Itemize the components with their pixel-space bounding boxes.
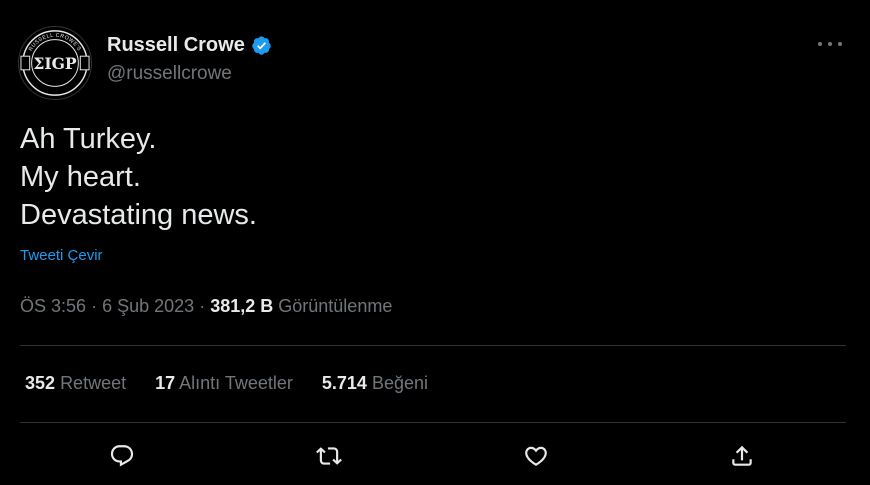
translate-tweet-link[interactable]: Tweeti Çevir: [20, 247, 103, 264]
reply-icon: [110, 445, 134, 467]
retweets-stat[interactable]: 352 Retweet: [25, 373, 126, 394]
avatar[interactable]: RUSSELL CROWE'S ΣIGP: [18, 26, 92, 100]
retweets-label: Retweet: [60, 373, 127, 393]
meta-separator: ·: [199, 296, 206, 316]
reply-button[interactable]: [107, 441, 137, 471]
tweet-text-line: Devastating news.: [20, 199, 257, 231]
more-dot: [828, 42, 832, 46]
like-icon: [525, 446, 547, 466]
more-dot: [818, 42, 822, 46]
engagement-stats: 352 Retweet 17 Alıntı Tweetler 5.714 Beğ…: [25, 373, 457, 394]
avatar-logo-text: ΣIGP: [33, 54, 77, 73]
quotes-count: 17: [155, 373, 176, 393]
retweets-count: 352: [25, 373, 56, 393]
user-info: Russell Crowe @russellcrowe: [107, 34, 272, 85]
divider: [20, 345, 846, 346]
display-name[interactable]: Russell Crowe: [107, 34, 245, 57]
share-button[interactable]: [727, 441, 757, 471]
meta-separator: ·: [91, 296, 98, 316]
likes-count: 5.714: [321, 373, 367, 393]
views-count: 381,2 B: [210, 296, 274, 316]
retweet-icon: [316, 447, 342, 465]
display-name-row: Russell Crowe: [107, 34, 272, 56]
tweet-text-line: Ah Turkey.: [20, 123, 157, 155]
likes-label: Beğeni: [371, 373, 429, 393]
tweet-text: Ah Turkey. My heart. Devastating news.: [20, 120, 257, 234]
tweet-date[interactable]: 6 Şub 2023: [102, 296, 194, 316]
retweet-button[interactable]: [314, 441, 344, 471]
quotes-label: Alıntı Tweetler: [179, 373, 293, 393]
user-handle[interactable]: @russellcrowe: [107, 63, 272, 85]
more-options-button[interactable]: [818, 36, 842, 52]
tweet-card: RUSSELL CROWE'S ΣIGP Russell Crowe @russ…: [0, 0, 870, 485]
divider: [20, 422, 846, 423]
share-icon: [732, 445, 752, 466]
avatar-logo-icon: RUSSELL CROWE'S ΣIGP: [20, 30, 90, 96]
tweet-time[interactable]: ÖS 3:56: [20, 296, 86, 316]
quotes-stat[interactable]: 17 Alıntı Tweetler: [155, 373, 293, 394]
verified-badge-icon: [252, 35, 271, 55]
likes-stat[interactable]: 5.714 Beğeni: [322, 373, 428, 394]
more-dot: [838, 42, 842, 46]
views-label: Görüntülenme: [278, 296, 393, 316]
like-button[interactable]: [521, 441, 551, 471]
tweet-meta: ÖS 3:56 · 6 Şub 2023 · 381,2 B Görüntüle…: [20, 296, 392, 317]
tweet-text-line: My heart.: [20, 161, 141, 193]
